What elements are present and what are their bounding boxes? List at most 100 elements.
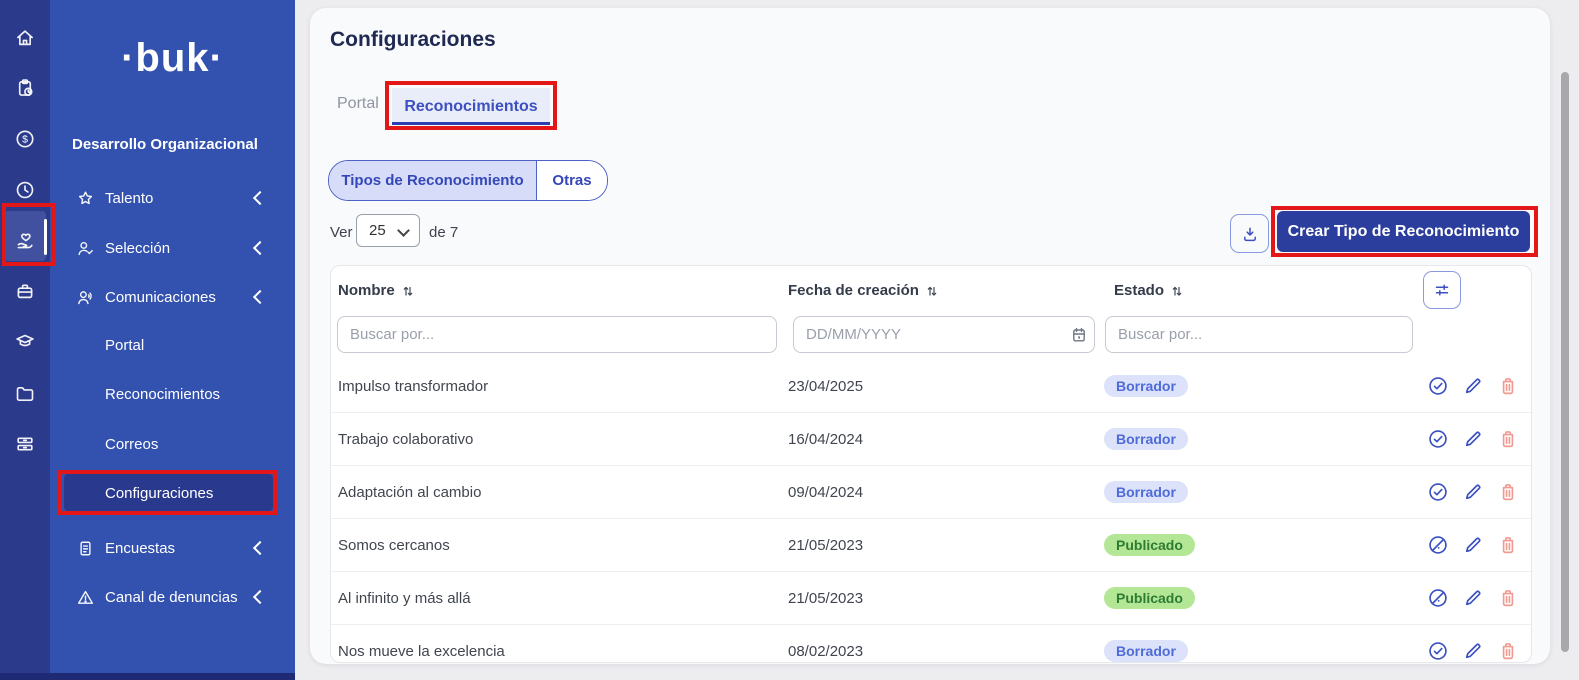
sidebar-subitem-label: Portal xyxy=(105,337,144,354)
edit-pencil-icon[interactable] xyxy=(1462,428,1484,450)
sidebar-subitem-portal[interactable]: Portal xyxy=(105,330,144,360)
payments-icon[interactable]: $ xyxy=(14,128,36,150)
row-date: 16/04/2024 xyxy=(788,413,863,465)
table-rows: Impulso transformador 23/04/2025 Borrado… xyxy=(331,360,1532,663)
page-size-label: Ver xyxy=(330,224,353,241)
table-row[interactable]: Al infinito y más allá 21/05/2023 Public… xyxy=(331,571,1532,624)
chevron-down-icon xyxy=(397,224,410,237)
publish-check-icon[interactable] xyxy=(1427,375,1449,397)
column-label: Estado xyxy=(1114,282,1164,299)
edit-pencil-icon[interactable] xyxy=(1462,640,1484,662)
sidebar-item-canal-de-denuncias[interactable]: Canal de denuncias xyxy=(50,582,295,612)
total-count-label: de 7 xyxy=(429,224,458,241)
filter-fecha-input[interactable] xyxy=(793,316,1095,353)
hand-heart-icon[interactable] xyxy=(14,230,36,252)
tab-portal[interactable]: Portal xyxy=(337,95,379,113)
rail-active-indicator xyxy=(44,219,47,255)
edit-pencil-icon[interactable] xyxy=(1462,587,1484,609)
tab-active-underline xyxy=(392,122,550,125)
edit-pencil-icon[interactable] xyxy=(1462,534,1484,556)
sidebar xyxy=(50,0,295,680)
column-header-fecha[interactable]: Fecha de creación xyxy=(788,282,939,299)
table-row[interactable]: Nos mueve la excelencia 08/02/2023 Borra… xyxy=(331,624,1532,663)
filter-estado-input[interactable] xyxy=(1105,316,1413,353)
download-button[interactable] xyxy=(1230,214,1269,253)
column-header-estado[interactable]: Estado xyxy=(1114,282,1184,299)
row-name: Trabajo colaborativo xyxy=(338,413,473,465)
row-date: 09/04/2024 xyxy=(788,466,863,518)
column-label: Fecha de creación xyxy=(788,282,919,299)
graduation-icon[interactable] xyxy=(14,330,36,352)
row-name: Somos cercanos xyxy=(338,519,450,571)
vertical-scrollbar[interactable] xyxy=(1561,72,1569,652)
sidebar-subitem-reconocimientos[interactable]: Reconocimientos xyxy=(105,379,220,409)
publish-check-icon[interactable] xyxy=(1427,640,1449,662)
sidebar-item-encuestas[interactable]: Encuestas xyxy=(50,533,295,563)
table-row[interactable]: Impulso transformador 23/04/2025 Borrado… xyxy=(331,360,1532,412)
segment-otras[interactable]: Otras xyxy=(537,161,607,200)
sidebar-item-talento[interactable]: Talento xyxy=(50,183,295,213)
row-date: 21/05/2023 xyxy=(788,519,863,571)
row-name: Impulso transformador xyxy=(338,360,488,412)
page-size-select[interactable]: 25 xyxy=(356,214,420,247)
svg-text:$: $ xyxy=(22,135,28,146)
sidebar-item-comunicaciones[interactable]: Comunicaciones xyxy=(50,282,295,312)
user-check-icon xyxy=(76,239,95,258)
edit-pencil-icon[interactable] xyxy=(1462,375,1484,397)
delete-trash-icon[interactable] xyxy=(1497,375,1519,397)
status-badge: Borrador xyxy=(1104,428,1188,450)
segmented-control: Tipos de Reconocimiento Otras xyxy=(328,160,608,201)
sidebar-subitem-label: Reconocimientos xyxy=(105,386,220,403)
create-tipo-reconocimiento-button[interactable]: Crear Tipo de Reconocimiento xyxy=(1277,211,1530,252)
segment-tipos-de-reconocimiento[interactable]: Tipos de Reconocimiento xyxy=(329,161,537,200)
chevron-left-icon xyxy=(253,541,267,555)
status-badge: Publicado xyxy=(1104,534,1195,556)
tab-reconocimientos[interactable]: Reconocimientos xyxy=(392,88,550,125)
table-row[interactable]: Trabajo colaborativo 16/04/2024 Borrador xyxy=(331,412,1532,465)
page-size-value: 25 xyxy=(369,222,386,239)
benefits-icon[interactable] xyxy=(14,280,36,302)
delete-trash-icon[interactable] xyxy=(1497,640,1519,662)
sidebar-subitem-label: Configuraciones xyxy=(105,485,213,502)
clipboard-clock-icon[interactable] xyxy=(14,77,36,99)
page-title: Configuraciones xyxy=(330,28,496,52)
status-badge: Borrador xyxy=(1104,375,1188,397)
sort-icon xyxy=(1170,284,1184,298)
sidebar-item-seleccion[interactable]: Selección xyxy=(50,233,295,263)
warning-icon xyxy=(76,588,95,607)
delete-trash-icon[interactable] xyxy=(1497,534,1519,556)
delete-trash-icon[interactable] xyxy=(1497,428,1519,450)
sidebar-item-label: Comunicaciones xyxy=(105,289,216,306)
star-icon xyxy=(76,189,95,208)
column-settings-button[interactable] xyxy=(1423,271,1461,309)
status-badge: Borrador xyxy=(1104,640,1188,662)
row-date: 08/02/2023 xyxy=(788,625,863,663)
delete-trash-icon[interactable] xyxy=(1497,587,1519,609)
filter-nombre-input[interactable] xyxy=(337,316,777,353)
clock-icon[interactable] xyxy=(14,179,36,201)
unpublish-slash-icon[interactable] xyxy=(1427,534,1449,556)
row-name: Adaptación al cambio xyxy=(338,466,481,518)
sidebar-subitem-correos[interactable]: Correos xyxy=(105,429,158,459)
sidebar-section-title: Desarrollo Organizacional xyxy=(72,136,258,153)
row-date: 21/05/2023 xyxy=(788,572,863,624)
sidebar-subitem-configuraciones[interactable]: Configuraciones xyxy=(105,478,213,508)
publish-check-icon[interactable] xyxy=(1427,428,1449,450)
delete-trash-icon[interactable] xyxy=(1497,481,1519,503)
table-row[interactable]: Adaptación al cambio 09/04/2024 Borrador xyxy=(331,465,1532,518)
home-icon[interactable] xyxy=(14,27,36,49)
buk-logo: ·buk· xyxy=(50,36,295,81)
table-row[interactable]: Somos cercanos 21/05/2023 Publicado xyxy=(331,518,1532,571)
download-icon xyxy=(1240,224,1260,244)
edit-pencil-icon[interactable] xyxy=(1462,481,1484,503)
publish-check-icon[interactable] xyxy=(1427,481,1449,503)
app-screen: $ ·buk· Desarrollo Organizacional Talent… xyxy=(0,0,1579,680)
unpublish-slash-icon[interactable] xyxy=(1427,587,1449,609)
chevron-left-icon xyxy=(253,191,267,205)
folder-icon[interactable] xyxy=(14,383,36,405)
column-header-nombre[interactable]: Nombre xyxy=(338,282,415,299)
chevron-left-icon xyxy=(253,241,267,255)
archive-icon[interactable] xyxy=(14,433,36,455)
row-name: Nos mueve la excelencia xyxy=(338,625,505,663)
sidebar-subitem-label: Correos xyxy=(105,436,158,453)
